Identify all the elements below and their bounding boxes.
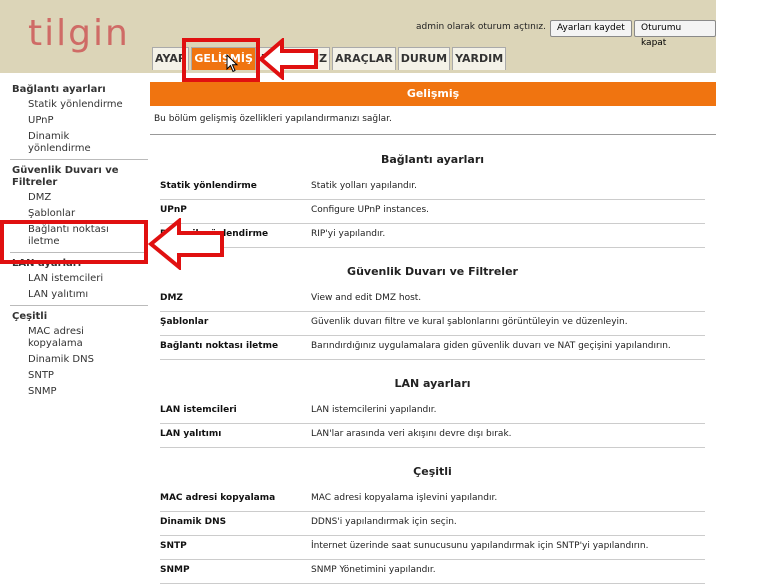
arrow-left-icon [258, 38, 318, 80]
sidebar-item-sntp[interactable]: SNTP [0, 368, 148, 384]
row-description: Configure UPnP instances. [311, 205, 430, 215]
row-name-link[interactable]: LAN istemcileri [160, 405, 237, 415]
login-status-text: admin olarak oturum açtınız. [416, 22, 546, 32]
row-name-link[interactable]: LAN yalıtımı [160, 429, 221, 439]
logout-button[interactable]: Oturumu kapat [634, 20, 716, 48]
table-row: SNTP İnternet üzerinde saat sunucusunu y… [160, 535, 705, 560]
sidebar-item-static-routing[interactable]: Statik yönlendirme [0, 97, 148, 113]
intro-text: Bu bölüm gelişmiş özellikleri yapılandır… [154, 114, 392, 124]
section-title-firewall: Güvenlik Duvarı ve Filtreler [347, 265, 518, 278]
table-row: Şablonlar Güvenlik duvarı filtre ve kura… [160, 311, 705, 336]
row-name-link[interactable]: Dinamik DNS [160, 517, 226, 527]
table-row: UPnP Configure UPnP instances. [160, 199, 705, 224]
page-title: Gelişmiş [150, 82, 716, 106]
save-settings-button[interactable]: Ayarları kaydet [550, 20, 632, 37]
sidebar-item-lan-clients[interactable]: LAN istemcileri [0, 271, 148, 287]
sidebar-item-mac-cloning[interactable]: MAC adresi kopyalama [0, 324, 108, 352]
sidebar-divider [10, 159, 148, 160]
tilgin-logo: tilgin [28, 13, 130, 54]
table-row: Statik yönlendirme Statik yolları yapıla… [160, 175, 705, 200]
row-description: LAN istemcilerini yapılandır. [311, 405, 437, 415]
row-description: LAN'lar arasında veri akışını devre dışı… [311, 429, 512, 439]
row-description: İnternet üzerinde saat sunucusunu yapıla… [311, 541, 649, 551]
row-description: Güvenlik duvarı filtre ve kural şablonla… [311, 317, 628, 327]
section-title-lan: LAN ayarları [394, 377, 471, 390]
table-row: Bağlantı noktası iletme Barındırdığınız … [160, 335, 705, 360]
section-title-misc: Çeşitli [413, 465, 452, 478]
section-title-connection: Bağlantı ayarları [380, 153, 485, 166]
sidebar-item-lan-isolation[interactable]: LAN yalıtımı [0, 287, 148, 303]
sidebar-item-upnp[interactable]: UPnP [0, 113, 148, 129]
tab-status[interactable]: DURUM [397, 47, 451, 70]
row-description: DDNS'i yapılandırmak için seçin. [311, 517, 457, 527]
row-description: RIP'yi yapılandır. [311, 229, 386, 239]
table-row: LAN istemcileri LAN istemcilerini yapıla… [160, 399, 705, 424]
table-row: Dinamik yönlendirme RIP'yi yapılandır. [160, 223, 705, 248]
table-row: LAN yalıtımı LAN'lar arasında veri akışı… [160, 423, 705, 448]
sidebar-group-misc: Çeşitli [12, 311, 48, 322]
sidebar-item-dmz[interactable]: DMZ [0, 190, 148, 206]
row-description: MAC adresi kopyalama işlevini yapılandır… [311, 493, 498, 503]
sidebar-group-firewall: Güvenlik Duvarı ve Filtreler [12, 165, 119, 188]
row-description: Barındırdığınız uygulamalara giden güven… [311, 341, 671, 351]
row-name-link[interactable]: SNTP [160, 541, 187, 551]
sidebar-divider [10, 305, 148, 306]
row-description: Statik yolları yapılandır. [311, 181, 417, 191]
sidebar-group-connection: Bağlantı ayarları [12, 84, 106, 95]
table-row: MAC adresi kopyalama MAC adresi kopyalam… [160, 487, 705, 512]
divider [150, 134, 716, 135]
header-bar: tilgin admin olarak oturum açtınız. Ayar… [0, 0, 716, 73]
sidebar-item-snmp[interactable]: SNMP [0, 384, 148, 400]
row-name-link[interactable]: Statik yönlendirme [160, 181, 257, 191]
row-name-link[interactable]: UPnP [160, 205, 187, 215]
row-name-link[interactable]: Bağlantı noktası iletme [160, 341, 278, 351]
table-row: SNMP SNMP Yönetimini yapılandır. [160, 559, 705, 584]
table-row: Dinamik DNS DDNS'i yapılandırmak için se… [160, 511, 705, 536]
arrow-left-icon [148, 218, 224, 270]
sidebar-item-dynamic-routing[interactable]: Dinamik yönlendirme [0, 129, 108, 157]
table-row: DMZ View and edit DMZ host. [160, 287, 705, 312]
sidebar-item-dynamic-dns[interactable]: Dinamik DNS [0, 352, 148, 368]
mouse-cursor-icon [226, 54, 239, 73]
highlight-box-port-forwarding [0, 220, 148, 264]
row-name-link[interactable]: DMZ [160, 293, 183, 303]
row-name-link[interactable]: Şablonlar [160, 317, 208, 327]
tab-help[interactable]: YARDIM [452, 47, 507, 70]
highlight-box-advanced-tab [182, 38, 260, 82]
row-name-link[interactable]: MAC adresi kopyalama [160, 493, 275, 503]
row-description: SNMP Yönetimini yapılandır. [311, 565, 436, 575]
tab-tools[interactable]: ARAÇLAR [332, 47, 396, 70]
row-name-link[interactable]: SNMP [160, 565, 190, 575]
main-content: Gelişmiş Bu bölüm gelişmiş özellikleri y… [150, 82, 716, 584]
row-description: View and edit DMZ host. [311, 293, 422, 303]
